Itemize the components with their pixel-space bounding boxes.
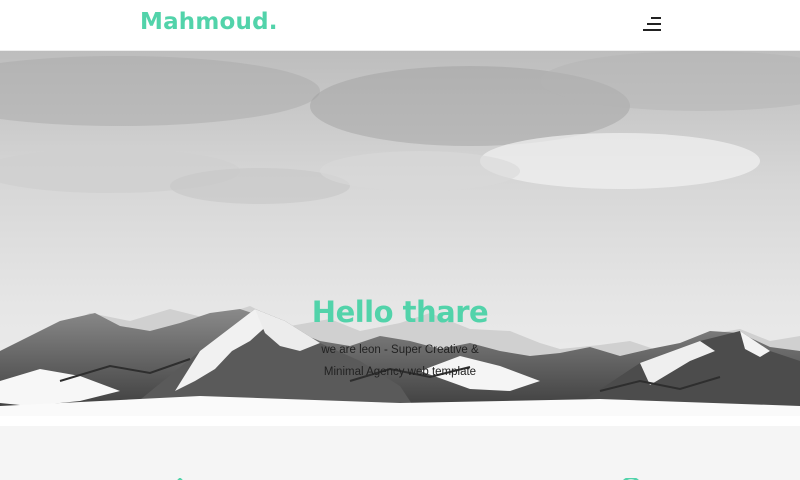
hero-subtitle-line-1: we are leon - Super Creative & [321,344,479,356]
services-section [0,426,800,480]
hero-subtitle-line-2: Minimal Agency web template [323,366,477,378]
circle-icon [619,473,643,480]
triangle-icon [170,473,190,480]
hero-title: Hello thare [311,295,489,329]
section-divider [0,416,800,426]
square-icon [391,473,409,480]
site-header: Mahmoud. [0,0,800,51]
site-logo[interactable]: Mahmoud. [140,9,278,35]
hero-section: Hello thare we are leon - Super Creative… [0,51,800,416]
hamburger-menu-icon[interactable] [638,12,664,36]
hero-subtitle: we are leon - Super Creative & Minimal A… [300,339,500,383]
